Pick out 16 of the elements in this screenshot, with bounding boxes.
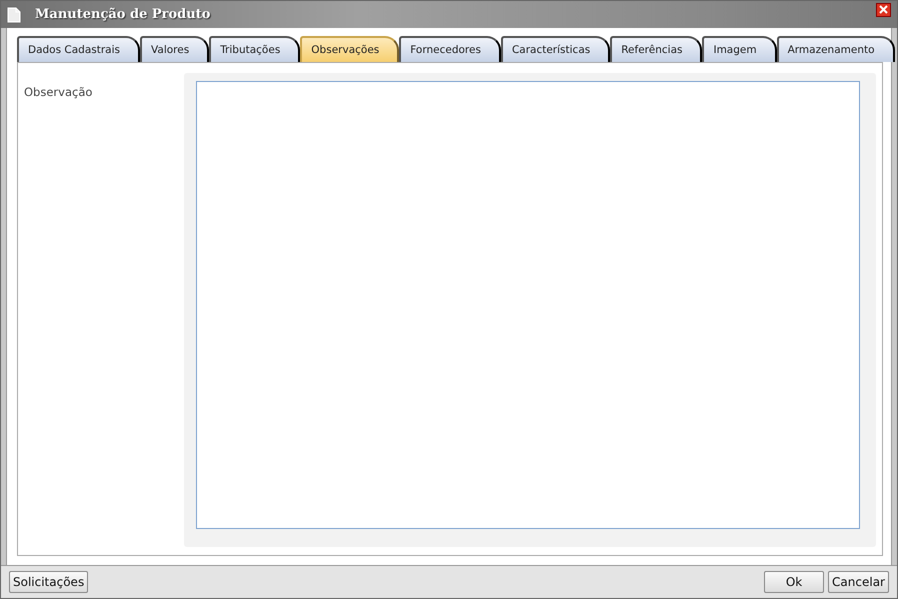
dialog-button[interactable]: Ok (764, 571, 824, 593)
tab[interactable]: Armazenamento (776, 36, 895, 62)
tab[interactable]: Referências (610, 36, 702, 62)
requests-button[interactable]: Solicitações (9, 571, 88, 593)
document-icon (7, 6, 21, 22)
field-label: Observação (24, 84, 94, 101)
tab[interactable]: Valores (140, 36, 210, 62)
tab[interactable]: Fornecedores (399, 36, 501, 62)
close-button[interactable] (876, 2, 891, 16)
tab[interactable]: Dados Cadastrais (17, 36, 140, 62)
tab[interactable]: Tributações (209, 36, 300, 62)
tab[interactable]: Características (500, 36, 610, 62)
window-title: Manutenção de Produto (35, 7, 210, 22)
tab[interactable]: Observações (300, 36, 400, 62)
tab[interactable]: Imagem (702, 36, 777, 62)
dialog-button[interactable]: Cancelar (828, 571, 889, 593)
